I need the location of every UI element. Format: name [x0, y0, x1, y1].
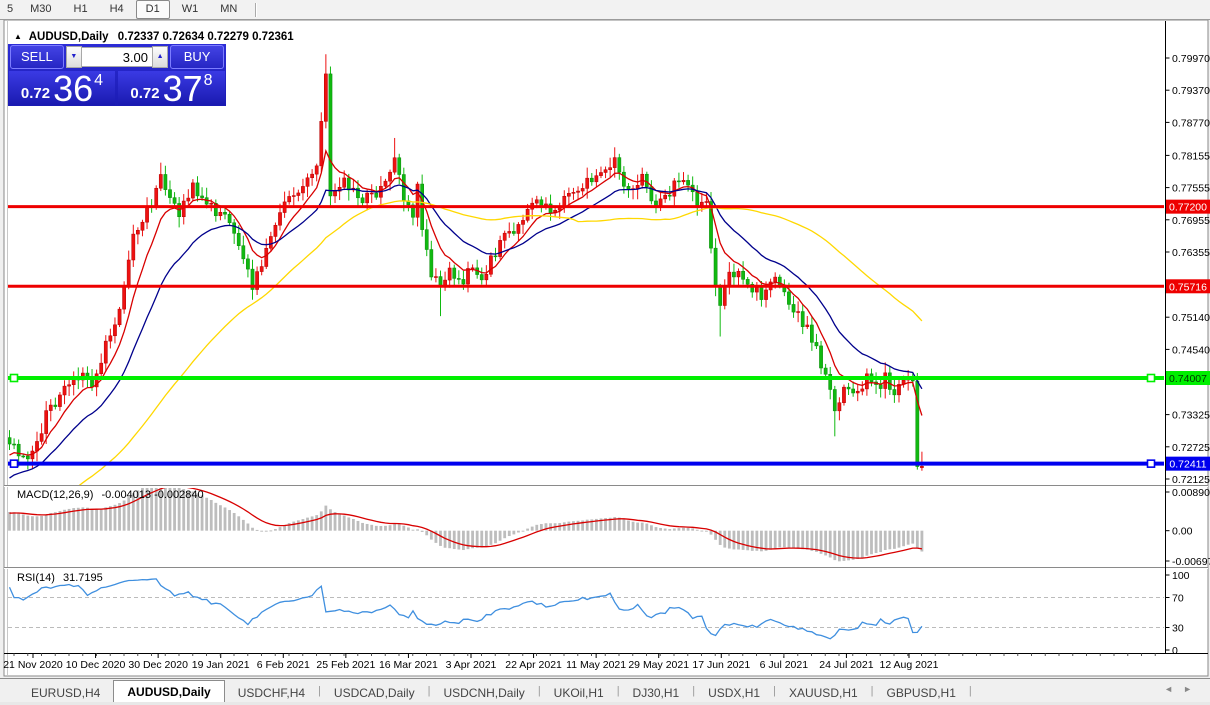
tab-gbpusd-h1[interactable]: GBPUSD,H1: [874, 683, 969, 703]
tab-separator: |: [969, 685, 972, 697]
tab-eurusd-h4[interactable]: EURUSD,H4: [18, 683, 113, 703]
timeframe-button-h4[interactable]: H4: [100, 0, 134, 19]
svg-text:6 Feb 2021: 6 Feb 2021: [257, 659, 310, 671]
timeframe-button-mn[interactable]: MN: [210, 0, 247, 19]
svg-text:3 Apr 2021: 3 Apr 2021: [446, 659, 497, 671]
svg-text:0.74007: 0.74007: [1169, 373, 1207, 385]
one-click-trading-widget: SELL ▼ ▲ BUY 0.72 36 4 0.72 37 8: [8, 44, 226, 106]
svg-text:0.74540: 0.74540: [1172, 344, 1210, 356]
svg-text:0.72725: 0.72725: [1172, 442, 1210, 454]
timeframe-toolbar: 5 M30 H1 H4 D1 W1 MN: [0, 0, 1210, 20]
svg-text:100: 100: [1172, 570, 1190, 582]
svg-text:0: 0: [1172, 645, 1178, 657]
tab-usdchf-h4[interactable]: USDCHF,H4: [225, 683, 318, 703]
buy-button[interactable]: BUY: [170, 45, 224, 69]
svg-text:12 Aug 2021: 12 Aug 2021: [880, 659, 939, 671]
sell-button[interactable]: SELL: [10, 45, 64, 69]
sell-price-pip: 4: [94, 72, 103, 90]
svg-text:0.72411: 0.72411: [1169, 459, 1206, 471]
timeframe-button-d1[interactable]: D1: [136, 0, 170, 19]
tab-usdcnh-daily[interactable]: USDCNH,Daily: [430, 683, 537, 703]
rsi-value: 31.7195: [63, 572, 103, 584]
svg-text:30 Dec 2020: 30 Dec 2020: [128, 659, 188, 671]
svg-text:0.78155: 0.78155: [1172, 150, 1210, 162]
buy-price-prefix: 0.72: [130, 85, 159, 102]
svg-text:0.008903: 0.008903: [1172, 487, 1210, 499]
sell-price-big: 36: [53, 72, 93, 105]
svg-text:0.76955: 0.76955: [1172, 215, 1210, 227]
volume-input[interactable]: [82, 47, 152, 67]
svg-text:16 Mar 2021: 16 Mar 2021: [379, 659, 438, 671]
svg-text:29 May 2021: 29 May 2021: [628, 659, 689, 671]
svg-text:0.73325: 0.73325: [1172, 410, 1210, 422]
svg-text:0.76355: 0.76355: [1172, 247, 1210, 259]
sell-price-panel[interactable]: 0.72 36 4: [9, 71, 115, 105]
tab-dj30-h1[interactable]: DJ30,H1: [620, 683, 693, 703]
trading-app-window: { "toolbar": {"timeframes": ["5", "M30",…: [0, 0, 1210, 705]
chart-ohlc-values: 0.72337 0.72634 0.72279 0.72361: [118, 31, 294, 43]
svg-text:30: 30: [1172, 623, 1184, 635]
tab-ukoil-h1[interactable]: UKOil,H1: [541, 683, 617, 703]
collapse-triangle-icon[interactable]: ▲: [14, 32, 22, 41]
tab-scroll-right-icon[interactable]: ►: [1183, 684, 1202, 694]
rsi-indicator-label: RSI(14) 31.7195: [17, 572, 103, 584]
tab-audusd-daily[interactable]: AUDUSD,Daily: [113, 680, 224, 703]
tab-scroll-left-icon[interactable]: ◄: [1164, 684, 1183, 694]
tab-xauusd-h1[interactable]: XAUUSD,H1: [776, 683, 871, 703]
buy-price-big: 37: [163, 72, 203, 105]
svg-text:6 Jul 2021: 6 Jul 2021: [760, 659, 809, 671]
volume-increase-button[interactable]: ▲: [152, 46, 168, 68]
svg-text:24 Jul 2021: 24 Jul 2021: [819, 659, 873, 671]
macd-name: MACD(12,26,9): [17, 489, 93, 501]
svg-text:-0.006977: -0.006977: [1172, 556, 1210, 568]
tab-usdx-h1[interactable]: USDX,H1: [695, 683, 773, 703]
svg-text:0.78770: 0.78770: [1172, 117, 1210, 129]
chart-title: ▲ AUDUSD,Daily 0.72337 0.72634 0.72279 0…: [14, 31, 294, 43]
svg-text:11 May 2021: 11 May 2021: [566, 659, 626, 671]
svg-text:10 Dec 2020: 10 Dec 2020: [66, 659, 126, 671]
sell-price-prefix: 0.72: [21, 85, 50, 102]
svg-text:25 Feb 2021: 25 Feb 2021: [316, 659, 375, 671]
timeframe-button-h1[interactable]: H1: [64, 0, 98, 19]
buy-price-pip: 8: [204, 72, 213, 90]
svg-text:0.77200: 0.77200: [1169, 202, 1207, 214]
svg-text:0.77555: 0.77555: [1172, 183, 1210, 195]
macd-values: -0.004013 -0.002840: [101, 489, 203, 501]
svg-text:17 Jun 2021: 17 Jun 2021: [692, 659, 750, 671]
tab-usdcad-daily[interactable]: USDCAD,Daily: [321, 683, 428, 703]
rsi-name: RSI(14): [17, 572, 55, 584]
toolbar-separator: [255, 3, 257, 17]
buy-price-panel[interactable]: 0.72 37 8: [118, 71, 225, 105]
timeframe-button-w1[interactable]: W1: [172, 0, 209, 19]
svg-text:0.75716: 0.75716: [1169, 281, 1207, 293]
svg-text:19 Jan 2021: 19 Jan 2021: [192, 659, 250, 671]
svg-text:0.79370: 0.79370: [1172, 85, 1210, 97]
tab-scroll-arrows[interactable]: ◄►: [1164, 684, 1202, 694]
svg-text:0.79970: 0.79970: [1172, 53, 1210, 65]
svg-text:70: 70: [1172, 593, 1184, 605]
svg-text:0.00: 0.00: [1172, 526, 1193, 538]
timeframe-button-m30[interactable]: M30: [20, 0, 61, 19]
chart-symbol-label: AUDUSD,Daily: [29, 31, 109, 43]
macd-indicator-label: MACD(12,26,9) -0.004013 -0.002840: [17, 489, 204, 501]
svg-text:22 Apr 2021: 22 Apr 2021: [505, 659, 562, 671]
svg-text:21 Nov 2020: 21 Nov 2020: [3, 659, 63, 671]
svg-text:0.72125: 0.72125: [1172, 474, 1210, 486]
symbol-tab-bar: EURUSD,H4 AUDUSD,Daily USDCHF,H4 | USDCA…: [0, 678, 1210, 703]
volume-decrease-button[interactable]: ▼: [66, 46, 82, 68]
timeframe-button-m15[interactable]: 5: [2, 0, 18, 19]
svg-text:0.75140: 0.75140: [1172, 312, 1210, 324]
